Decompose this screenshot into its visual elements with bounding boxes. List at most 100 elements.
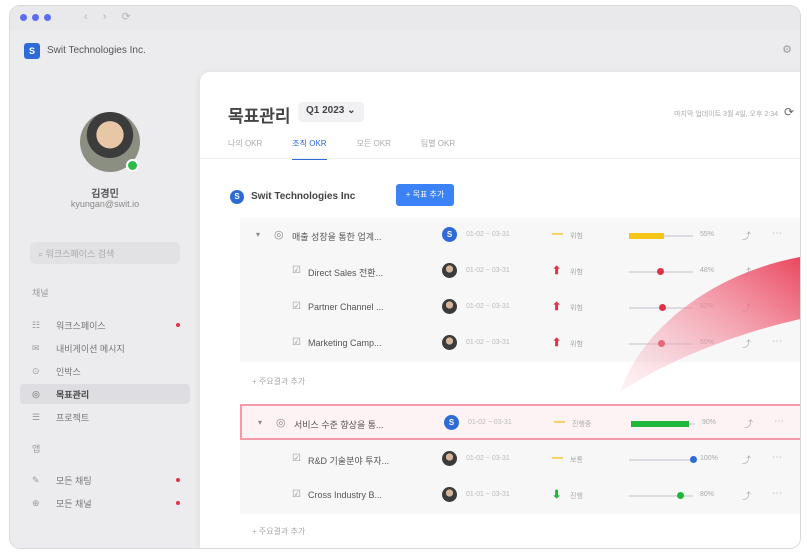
- unread-dot: [176, 501, 180, 505]
- add-key-result-button[interactable]: + 주요결과 추가: [252, 376, 305, 387]
- sidebar-section-label: 앱: [32, 444, 41, 454]
- tab-my-okr[interactable]: 나의 OKR: [228, 138, 262, 160]
- key-result-row[interactable]: ☑ Direct Sales 전환... 01-02 ~ 03-31 ⬆ 위험 …: [240, 254, 800, 290]
- owner-avatar[interactable]: [442, 335, 457, 350]
- tab-team-okr[interactable]: 팀별 OKR: [421, 138, 455, 160]
- more-options-icon[interactable]: ⋯: [772, 300, 782, 311]
- progress-slider[interactable]: [629, 304, 693, 311]
- progress-marker[interactable]: [677, 492, 685, 499]
- progress-slider[interactable]: [629, 268, 693, 275]
- sidebar-item-all-channels[interactable]: ⊕ 모든 채널: [20, 493, 190, 513]
- key-result-title[interactable]: R&D 기술분야 투자...: [308, 454, 389, 467]
- zoom-window-button[interactable]: [44, 14, 51, 21]
- more-options-icon[interactable]: ⋯: [772, 336, 782, 347]
- tab-org-okr[interactable]: 조직 OKR: [292, 138, 327, 160]
- owner-avatar[interactable]: S: [444, 415, 459, 430]
- minimize-window-button[interactable]: [32, 14, 39, 21]
- key-result-title[interactable]: Marketing Camp...: [308, 338, 382, 348]
- more-options-icon[interactable]: ⋯: [772, 228, 782, 239]
- add-goal-button[interactable]: + 목표 추가: [396, 184, 454, 206]
- objective-title[interactable]: 서비스 수준 향상을 통...: [294, 418, 384, 431]
- progress-percent: 100%: [700, 455, 718, 462]
- grid-icon: ☷: [32, 319, 41, 330]
- date-range: 01-01 ~ 03-31: [466, 491, 510, 498]
- add-key-result-button[interactable]: + 주요결과 추가: [252, 526, 305, 537]
- progress-percent: 52%: [700, 303, 715, 310]
- sidebar-search-input[interactable]: ⌕ 워크스페이스 검색: [30, 242, 180, 264]
- trend-chart-icon[interactable]: ⤴: [742, 337, 751, 350]
- page-title: 목표관리: [228, 107, 291, 126]
- owner-avatar[interactable]: S: [442, 227, 457, 242]
- objective-row[interactable]: ▾ ◎ 매출 성장을 통한 업계... S 01-02 ~ 03-31 — 위험…: [240, 218, 800, 254]
- key-result-icon: ☑: [292, 301, 301, 312]
- more-options-icon[interactable]: ⋯: [772, 264, 782, 275]
- more-options-icon[interactable]: ⋯: [772, 452, 782, 463]
- workspace-logo[interactable]: S: [24, 43, 40, 59]
- tab-all-okr[interactable]: 모든 OKR: [357, 138, 391, 160]
- progress-marker[interactable]: [656, 268, 664, 275]
- date-range: 01-02 ~ 03-31: [468, 419, 512, 426]
- sidebar-item-label: 내비게이션 메시지: [56, 343, 125, 354]
- more-options-icon[interactable]: ⋯: [772, 488, 782, 499]
- sidebar-item-inbox[interactable]: ⊙ 인박스: [20, 361, 190, 381]
- sidebar-section-label: 채널: [32, 288, 49, 298]
- collapse-caret-icon[interactable]: ▾: [256, 230, 260, 239]
- date-range: 01-02 ~ 03-31: [466, 267, 510, 274]
- trend-chart-icon[interactable]: ⤴: [742, 453, 751, 466]
- progress-fill: [629, 233, 665, 239]
- sidebar-item-goals[interactable]: ◎ 목표관리: [20, 384, 190, 404]
- target-icon: ◎: [32, 388, 40, 399]
- settings-icon[interactable]: ⚙: [782, 43, 792, 56]
- objective-title[interactable]: 매출 성장을 통한 업계...: [292, 230, 382, 243]
- progress-slider[interactable]: [629, 492, 693, 499]
- collapse-caret-icon[interactable]: ▾: [258, 418, 262, 427]
- progress-marker[interactable]: [690, 456, 697, 463]
- progress-marker[interactable]: [659, 304, 667, 311]
- quarter-select[interactable]: Q1 2023 ⌄: [298, 102, 364, 122]
- progress-marker[interactable]: [658, 340, 665, 347]
- owner-avatar[interactable]: [442, 487, 457, 502]
- date-range: 01-02 ~ 03-31: [466, 231, 510, 238]
- key-result-row[interactable]: ☑ R&D 기술분야 투자... 01-02 ~ 03-31 — 보통 100%…: [240, 442, 800, 478]
- history-nav[interactable]: ‹ › ⟳: [84, 10, 137, 23]
- key-result-row[interactable]: ☑ Cross Industry B... 01-01 ~ 03-31 ⬇ 진행…: [240, 478, 800, 514]
- sidebar-item-workspace[interactable]: ☷ 워크스페이스: [20, 315, 190, 335]
- key-result-title[interactable]: Direct Sales 전환...: [308, 266, 383, 279]
- close-window-button[interactable]: [20, 14, 27, 21]
- app-bar: S Swit Technologies Inc. ⚙: [10, 30, 800, 72]
- key-result-title[interactable]: Partner Channel ...: [308, 302, 384, 312]
- key-result-row[interactable]: ☑ Marketing Camp... 01-02 ~ 03-31 ⬆ 위험 5…: [240, 326, 800, 362]
- user-email: kyungan@swit.io: [70, 199, 140, 209]
- owner-avatar[interactable]: [442, 451, 457, 466]
- key-result-title[interactable]: Cross Industry B...: [308, 490, 382, 500]
- progress-bar: [631, 421, 695, 427]
- workspace-name[interactable]: Swit Technologies Inc.: [47, 45, 146, 56]
- trend-chart-icon[interactable]: ⤴: [742, 301, 751, 314]
- trend-chart-icon[interactable]: ⤴: [742, 265, 751, 278]
- status-label: 위험: [570, 269, 583, 276]
- progress-slider[interactable]: [629, 340, 693, 347]
- sidebar-item-messages[interactable]: ✉ 내비게이션 메시지: [20, 338, 190, 358]
- refresh-icon[interactable]: ⟳: [784, 105, 794, 119]
- objective-row-highlighted[interactable]: ▾ ◎ 서비스 수준 향상을 통... S 01-02 ~ 03-31 — 진행…: [240, 404, 800, 440]
- last-updated-text: 마지막 업데이트 3월 4일, 오후 2:34: [674, 111, 778, 118]
- sidebar: 김경민 kyungan@swit.io ⌕ 워크스페이스 검색 채널 ☷ 워크스…: [10, 72, 200, 548]
- key-result-row[interactable]: ☑ Partner Channel ... 01-02 ~ 03-31 ⬆ 위험…: [240, 290, 800, 326]
- okr-panel: 목표관리 Q1 2023 ⌄ 마지막 업데이트 3월 4일, 오후 2:34 ⟳…: [200, 72, 800, 548]
- sidebar-item-projects[interactable]: ☰ 프로젝트: [20, 407, 190, 427]
- key-result-icon: ☑: [292, 265, 301, 276]
- more-options-icon[interactable]: ⋯: [774, 416, 784, 427]
- owner-avatar[interactable]: [442, 263, 457, 278]
- inbox-icon: ⊙: [32, 365, 40, 376]
- trend-chart-icon[interactable]: ⤴: [742, 229, 751, 242]
- sidebar-item-label: 모든 채팅: [56, 475, 92, 486]
- trend-chart-icon[interactable]: ⤴: [742, 489, 751, 502]
- status-label: 위험: [570, 341, 583, 348]
- owner-avatar[interactable]: [442, 299, 457, 314]
- status-label: 진행: [570, 493, 583, 500]
- sidebar-item-all-chats[interactable]: ✎ 모든 채팅: [20, 470, 190, 490]
- progress-slider[interactable]: [629, 456, 697, 463]
- trend-chart-icon[interactable]: ⤴: [744, 417, 753, 430]
- key-result-icon: ☑: [292, 453, 301, 464]
- okr-tabs: 나의 OKR 조직 OKR 모든 OKR 팀별 OKR: [228, 138, 485, 160]
